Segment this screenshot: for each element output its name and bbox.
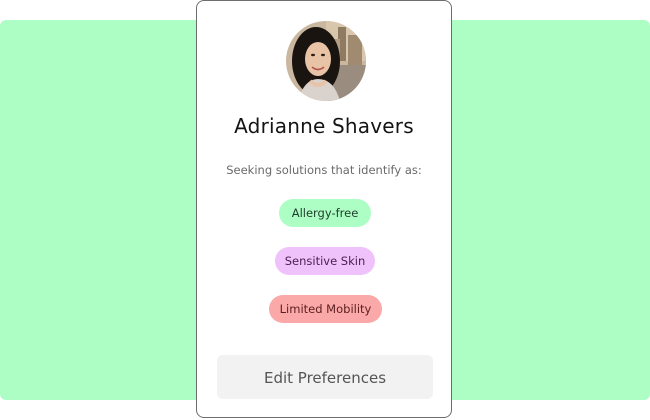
edit-preferences-button[interactable]: Edit Preferences <box>217 355 433 399</box>
profile-card: Adrianne Shavers Seeking solutions that … <box>196 0 452 418</box>
avatar <box>286 21 366 101</box>
profile-name: Adrianne Shavers <box>234 114 414 138</box>
tag-allergy-free: Allergy-free <box>279 199 371 227</box>
stage: Adrianne Shavers Seeking solutions that … <box>0 0 650 420</box>
tag-limited-mobility: Limited Mobility <box>269 295 382 323</box>
avatar-photo <box>286 21 366 101</box>
profile-subtitle: Seeking solutions that identify as: <box>226 163 422 177</box>
tag-sensitive-skin: Sensitive Skin <box>275 247 375 275</box>
